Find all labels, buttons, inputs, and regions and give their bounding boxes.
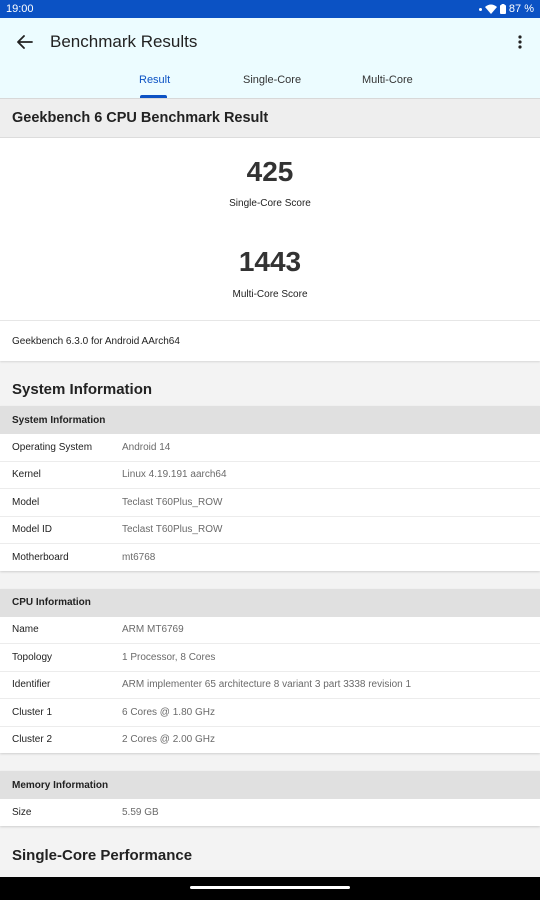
battery-percent: 87 % [508,3,534,15]
tab-multi-core[interactable]: Multi-Core [362,74,413,86]
table-row: Motherboard mt6768 [0,544,540,571]
app-bar: Benchmark Results [0,18,540,66]
table-row: Cluster 2 2 Cores @ 2.00 GHz [0,727,540,754]
single-core-perf-heading-wrap: Single-Core Performance [0,826,540,864]
row-value: ARM implementer 65 architecture 8 varian… [122,679,412,691]
tab-bar: Result Single-Core Multi-Core [0,66,540,99]
row-key: Cluster 2 [12,734,53,746]
status-time: 19:00 [6,3,34,15]
memory-info-card: Memory Information Size 5.59 GB [0,771,540,826]
navigation-bar [0,877,540,900]
single-core-perf-heading: Single-Core Performance [12,846,193,864]
tab-result[interactable]: Result [139,74,170,86]
table-row: Kernel Linux 4.19.191 aarch64 [0,462,540,489]
row-key: Model [12,496,40,508]
row-value: Android 14 [122,441,171,453]
status-icons: 87 % [478,3,534,15]
single-core-score: 425 [246,156,294,187]
row-value: ARM MT6769 [122,624,184,636]
row-key: Model ID [12,524,53,536]
system-info-heading-wrap: System Information [0,361,540,398]
row-value: 6 Cores @ 1.80 GHz [122,706,215,718]
row-value: mt6768 [122,551,156,563]
row-key: Kernel [12,469,41,481]
row-key: Operating System [12,441,93,453]
row-value: Linux 4.19.191 aarch64 [122,469,227,481]
active-tab-indicator [140,95,167,98]
row-value: Teclast T60Plus_ROW [122,496,223,508]
table-row: Identifier ARM implementer 65 architectur… [0,672,540,699]
back-button[interactable] [14,31,36,53]
row-key: Identifier [12,679,51,691]
cpu-info-card-title: CPU Information [0,588,540,617]
row-key: Name [12,624,39,636]
row-key: Cluster 1 [12,706,53,718]
table-row: Size 5.59 GB [0,799,540,826]
row-key: Motherboard [12,551,69,563]
table-row: Topology 1 Processor, 8 Cores [0,644,540,672]
wifi-icon [484,4,497,14]
battery-icon [499,4,506,14]
row-value: Teclast T60Plus_ROW [122,524,223,536]
table-row: Operating System Android 14 [0,434,540,462]
single-core-score-label: Single-Core Score [229,198,311,209]
system-info-card-title: System Information [0,406,540,434]
multi-core-score: 1443 [238,246,302,277]
row-value: 1 Processor, 8 Cores [122,651,216,663]
memory-info-card-title: Memory Information [0,771,540,799]
table-row: Model ID Teclast T60Plus_ROW [0,517,540,544]
back-arrow-icon [17,35,33,49]
more-options-button[interactable] [514,32,526,52]
dot-icon [478,7,482,11]
row-value: 2 Cores @ 2.00 GHz [122,734,215,746]
geekbench-version: Geekbench 6.3.0 for Android AArch64 [0,321,540,361]
page-title: Benchmark Results [50,32,198,51]
row-value: 5.59 GB [122,806,159,818]
table-row: Model Teclast T60Plus_ROW [0,489,540,517]
status-bar: 19:00 87 % [0,0,540,18]
table-row: Name ARM MT6769 [0,617,540,644]
multi-core-score-label: Multi-Core Score [232,289,308,300]
cpu-info-card: CPU Information Name ARM MT6769 Topology 1… [0,588,540,754]
scores-panel: 425 Single-Core Score 1443 Multi-Core Sc… [0,138,540,321]
system-info-heading: System Information [12,381,153,398]
tab-single-core[interactable]: Single-Core [243,74,301,86]
row-key: Size [12,806,32,818]
result-heading: Geekbench 6 CPU Benchmark Result [0,99,540,138]
row-key: Topology [12,651,53,663]
gesture-handle[interactable] [190,886,350,889]
system-info-card: System Information Operating System Andro… [0,406,540,571]
table-row: Cluster 1 6 Cores @ 1.80 GHz [0,699,540,727]
more-vert-icon [518,35,522,49]
